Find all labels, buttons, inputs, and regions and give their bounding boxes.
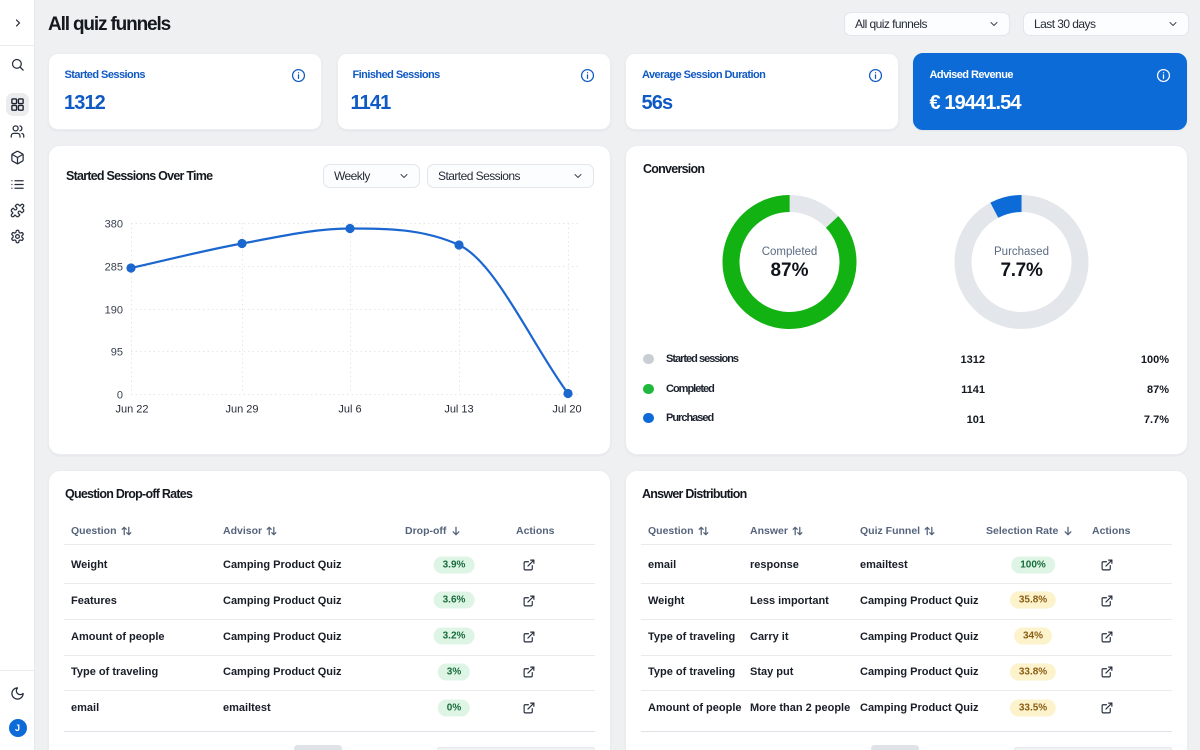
svg-text:Purchased: Purchased <box>994 246 1049 258</box>
svg-text:Completed: Completed <box>762 246 818 258</box>
svg-text:Jul 13: Jul 13 <box>444 404 473 416</box>
svg-text:Jun 22: Jun 22 <box>115 404 148 416</box>
svg-text:0: 0 <box>117 390 123 402</box>
svg-text:285: 285 <box>105 262 123 274</box>
svg-text:87%: 87% <box>770 260 808 281</box>
svg-text:Jul 20: Jul 20 <box>552 404 581 416</box>
svg-text:95: 95 <box>111 347 123 359</box>
svg-text:190: 190 <box>105 305 123 317</box>
svg-text:Jun 29: Jun 29 <box>225 404 258 416</box>
svg-text:380: 380 <box>105 219 123 231</box>
svg-text:7.7%: 7.7% <box>1000 260 1043 281</box>
svg-text:Jul 6: Jul 6 <box>338 404 361 416</box>
